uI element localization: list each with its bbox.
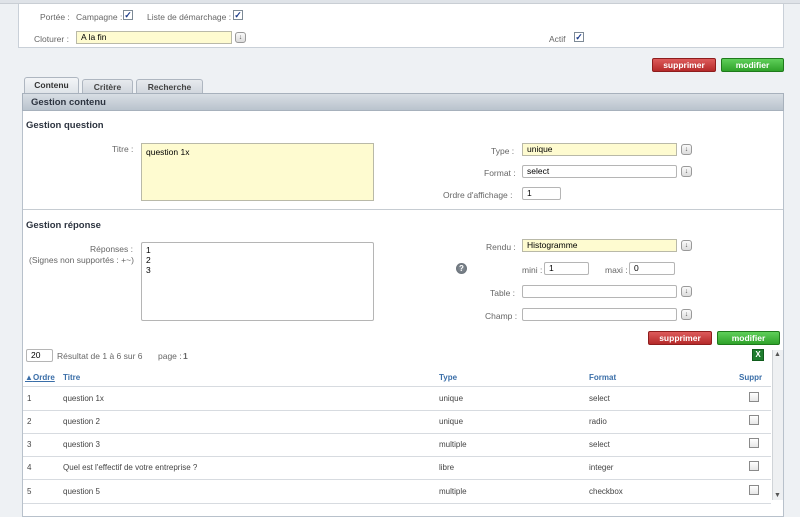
mini-label: mini :: [522, 265, 543, 275]
page-number[interactable]: 1: [183, 351, 188, 361]
cell-format: radio: [589, 417, 607, 426]
chevron-down-icon[interactable]: ↓: [681, 309, 692, 320]
column-header-titre[interactable]: Titre: [63, 373, 80, 382]
table-label: Table :: [490, 288, 516, 298]
cell-type: unique: [439, 417, 464, 426]
maxi-label: maxi :: [605, 265, 628, 275]
delete-button[interactable]: supprimer: [652, 58, 716, 72]
titre-textarea[interactable]: question 1x: [141, 143, 374, 201]
cloturer-label: Cloturer :: [34, 34, 69, 44]
type-label: Type :: [491, 146, 515, 156]
section-divider: [23, 209, 783, 210]
row-delete-checkbox[interactable]: [749, 415, 759, 425]
cell-ordre: 5: [27, 487, 32, 496]
row-delete-checkbox[interactable]: [749, 485, 759, 495]
mini-input[interactable]: 1: [544, 262, 589, 275]
cell-ordre: 2: [27, 417, 32, 426]
cell-format: integer: [589, 463, 614, 472]
modify-response-button[interactable]: modifier: [717, 331, 780, 345]
tab-recherche[interactable]: Recherche: [136, 79, 203, 94]
tab-contenu[interactable]: Contenu: [24, 77, 79, 93]
chevron-down-icon[interactable]: ↓: [681, 166, 692, 177]
help-icon[interactable]: ?: [456, 263, 467, 274]
cell-format: select: [589, 394, 610, 403]
champ-select[interactable]: [522, 308, 677, 321]
list-scrollbar[interactable]: ▲ ▼: [772, 350, 783, 500]
page-size-input[interactable]: 20: [26, 349, 53, 362]
table-select[interactable]: [522, 285, 677, 298]
header-divider: [23, 386, 771, 387]
portee-label: Portée :: [40, 12, 70, 22]
campagne-checkbox[interactable]: [123, 10, 133, 20]
actif-checkbox[interactable]: [574, 32, 584, 42]
chevron-down-icon[interactable]: ↓: [235, 32, 246, 43]
chevron-down-icon[interactable]: ↓: [681, 144, 692, 155]
row-delete-checkbox[interactable]: [749, 438, 759, 448]
rendu-label: Rendu :: [486, 242, 516, 252]
scroll-down-icon[interactable]: ▼: [774, 492, 781, 499]
champ-label: Champ :: [485, 311, 518, 321]
cell-titre[interactable]: question 3: [63, 440, 100, 449]
ordre-affichage-input[interactable]: 1: [522, 187, 561, 200]
format-select[interactable]: select: [522, 165, 677, 178]
maxi-input[interactable]: 0: [629, 262, 675, 275]
content-panel: [22, 93, 784, 517]
reponse-section-title: Gestion réponse: [26, 220, 101, 231]
cell-ordre: 4: [27, 463, 32, 472]
cloturer-select[interactable]: A la fin: [76, 31, 232, 44]
cell-titre[interactable]: question 2: [63, 417, 100, 426]
row-divider: [23, 410, 771, 411]
reponses-label: Réponses :: [90, 244, 133, 254]
column-header-type[interactable]: Type: [439, 373, 457, 382]
cell-type: unique: [439, 394, 464, 403]
cell-format: checkbox: [589, 487, 623, 496]
type-select[interactable]: unique: [522, 143, 677, 156]
row-divider: [23, 479, 771, 480]
row-divider: [23, 503, 771, 504]
chevron-down-icon[interactable]: ↓: [681, 240, 692, 251]
excel-icon[interactable]: X: [752, 349, 764, 361]
result-text: Résultat de 1 à 6 sur 6: [57, 351, 143, 361]
cell-titre[interactable]: question 1x: [63, 394, 104, 403]
signes-note: (Signes non supportés : +~): [29, 255, 134, 265]
cell-titre[interactable]: question 5: [63, 487, 100, 496]
column-header-format[interactable]: Format: [589, 373, 616, 382]
sort-asc-icon[interactable]: ▲: [25, 373, 33, 382]
liste-demarchage-checkbox[interactable]: [233, 10, 243, 20]
row-divider: [23, 433, 771, 434]
reponse-line: 1: [146, 245, 151, 255]
reponse-line: 2: [146, 255, 151, 265]
cell-type: multiple: [439, 440, 467, 449]
cell-ordre: 1: [27, 394, 32, 403]
row-divider: [23, 456, 771, 457]
chevron-down-icon[interactable]: ↓: [681, 286, 692, 297]
liste-demarchage-label: Liste de démarchage :: [147, 12, 232, 22]
cell-type: multiple: [439, 487, 467, 496]
format-label: Format :: [484, 168, 516, 178]
page-label: page :: [158, 351, 182, 361]
reponse-line: 3: [146, 265, 151, 275]
scroll-up-icon[interactable]: ▲: [774, 351, 781, 358]
reponses-textarea[interactable]: 1 2 3: [141, 242, 374, 321]
row-delete-checkbox[interactable]: [749, 392, 759, 402]
column-header-ordre[interactable]: Ordre: [33, 373, 55, 382]
campagne-label: Campagne :: [76, 12, 123, 22]
actif-label: Actif: [549, 34, 566, 44]
cell-type: libre: [439, 463, 455, 472]
column-header-suppr[interactable]: Suppr: [739, 373, 762, 382]
cell-ordre: 3: [27, 440, 32, 449]
question-section-title: Gestion question: [26, 120, 104, 131]
cell-format: select: [589, 440, 610, 449]
titre-label: Titre :: [112, 144, 134, 154]
modify-button[interactable]: modifier: [721, 58, 784, 72]
row-delete-checkbox[interactable]: [749, 461, 759, 471]
tab-critere[interactable]: Critère: [82, 79, 133, 94]
panel-title: Gestion contenu: [22, 93, 784, 111]
delete-response-button[interactable]: supprimer: [648, 331, 712, 345]
rendu-select[interactable]: Histogramme: [522, 239, 677, 252]
cell-titre[interactable]: Quel est l'effectif de votre entreprise …: [63, 463, 197, 472]
ordre-affichage-label: Ordre d'affichage :: [443, 190, 513, 200]
